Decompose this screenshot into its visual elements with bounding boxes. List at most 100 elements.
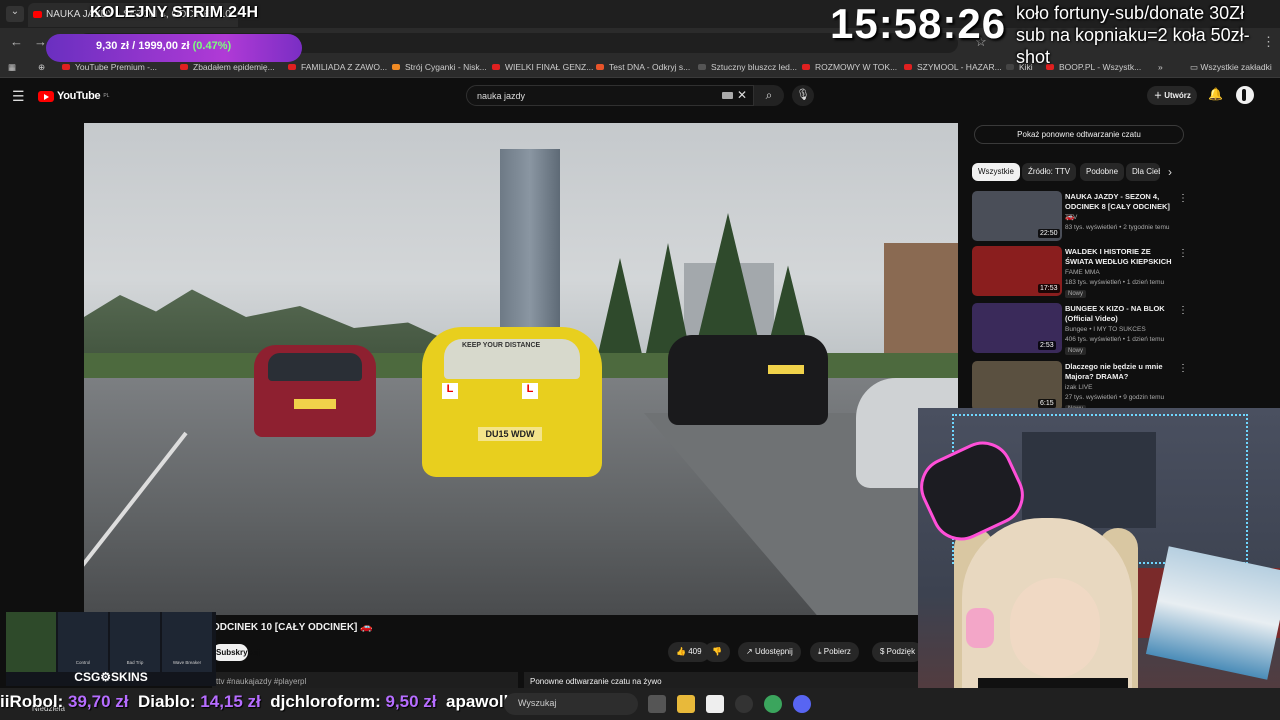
price-ticker-pill: 9,30 zł / 1999,00 zł (0.47%)	[46, 34, 302, 62]
video-frame-black-car	[668, 335, 828, 425]
tab-list-button[interactable]: ⌄	[6, 6, 24, 22]
chrome-icon[interactable]	[764, 695, 782, 713]
skin-slot: Bad Trip	[110, 612, 160, 672]
store-icon[interactable]	[706, 695, 724, 713]
recommendation-meta: 183 tys. wyświetleń • 1 dzień temu	[1065, 279, 1165, 286]
voice-search-button[interactable]: 🎙	[792, 85, 814, 106]
recommendation-meta: 406 tys. wyświetleń • 1 dzień temu	[1065, 336, 1165, 343]
search-button[interactable]: ⌕	[754, 85, 784, 106]
video-frame-red-car	[254, 345, 376, 437]
hamburger-menu-icon[interactable]: ☰	[12, 88, 25, 105]
webcam-wall-panel	[1022, 432, 1156, 528]
ticker-name: Diablo:	[137, 692, 196, 711]
more-options-icon[interactable]: ⋮	[1178, 305, 1188, 316]
recommendation-item[interactable]: 17:53 WALDEK I HISTORIE ZE ŚWIATA WEDŁUG …	[972, 246, 1188, 298]
stream-clock: 15:58:26	[830, 0, 1007, 47]
recommendation-meta: 27 tys. wyświetleń • 9 godzin temu	[1065, 394, 1165, 401]
ticker-amount: 39,70 zł	[68, 692, 129, 711]
new-badge: Nowy	[1065, 290, 1087, 298]
search-icon: ⌕	[765, 88, 773, 102]
recommendation-item[interactable]: 2:53 BUNGEE X KIZO - NA BLOK (Official Vi…	[972, 303, 1188, 355]
video-title: ODCINEK 10 [CAŁY ODCINEK] 🚗	[212, 622, 373, 633]
car-plate	[294, 399, 336, 409]
apps-grid-icon[interactable]: ▦	[8, 62, 16, 73]
subscribe-button[interactable]: Subskrybuj	[212, 644, 260, 661]
create-button[interactable]: ＋ Utwórz	[1147, 86, 1197, 105]
share-button[interactable]: ↗ Udostępnij	[738, 642, 801, 662]
skin-slot	[6, 612, 56, 672]
thanks-button[interactable]: $ Podzięk	[872, 642, 924, 662]
chip-for-you[interactable]: Dla Ciebie	[1126, 163, 1160, 181]
thumbs-up-icon: 👍	[676, 647, 689, 656]
new-badge: Nowy	[1065, 347, 1087, 355]
download-button[interactable]: ⤓ Pobierz	[810, 642, 859, 662]
car-plate	[768, 365, 804, 374]
video-duration: 22:50	[1038, 229, 1060, 238]
youtube-favicon-icon	[180, 64, 188, 70]
headphones-icon	[966, 608, 994, 648]
more-options-icon[interactable]: ⋮	[1178, 363, 1188, 374]
clear-search-icon[interactable]: ✕	[737, 88, 747, 102]
notifications-bell-icon[interactable]: 🔔	[1208, 87, 1223, 101]
discord-icon[interactable]	[793, 695, 811, 713]
chevron-right-icon[interactable]: ›	[1168, 165, 1172, 179]
bookmark-globe-icon[interactable]: ⊕	[38, 62, 45, 73]
more-options-icon[interactable]: ⋮	[1178, 193, 1188, 204]
chip-source-ttv[interactable]: Źródło: TTV	[1022, 163, 1077, 181]
kiki-favicon-icon	[1006, 64, 1014, 70]
bookmark-item[interactable]: SZYMOOL - HAZAR...	[904, 62, 1002, 72]
webcam-face	[1010, 578, 1100, 678]
recommendation-item[interactable]: 22:50 NAUKA JAZDY - SEZON 4, ODCINEK 8 [C…	[972, 191, 1188, 243]
search-input[interactable]: nauka jazdy	[466, 85, 754, 106]
recommendation-channel: izak LIVE	[1065, 384, 1093, 391]
recommendation-meta: 83 tys. wyświetleń • 2 tygodnie temu	[1065, 224, 1170, 231]
recommendation-channel: Bungee • I MY TO SUKCES	[1065, 326, 1146, 333]
car-window	[268, 353, 362, 381]
recommendation-item[interactable]: 6:15 Dlaczego nie będzie u mnie Majora? D…	[972, 361, 1188, 413]
search-input-value: nauka jazdy	[477, 91, 526, 101]
bookmark-item[interactable]: FAMILIADA Z ZAWO...	[288, 62, 387, 72]
task-view-icon[interactable]	[648, 695, 666, 713]
bookmark-item[interactable]: Test DNA - Odkryj s...	[596, 62, 690, 72]
youtube-favicon-icon	[62, 64, 70, 70]
chip-similar[interactable]: Podobne	[1080, 163, 1125, 181]
back-icon[interactable]: ←	[10, 34, 23, 49]
bookmark-item[interactable]: Strój Cyganki - Nisk...	[392, 62, 487, 72]
bookmark-item[interactable]: Zbadałem epidemię...	[180, 62, 275, 72]
shop-favicon-icon	[698, 64, 706, 70]
show-chat-replay-button[interactable]: Pokaż ponowne odtwarzanie czatu	[974, 125, 1184, 144]
csgo-skins-logo: CSG⚙SKINS	[74, 670, 148, 684]
youtube-favicon-icon	[904, 64, 912, 70]
youtube-favicon-icon	[492, 64, 500, 70]
file-explorer-icon[interactable]	[677, 695, 695, 713]
bookmark-item[interactable]: ROZMOWY W TOK...	[802, 62, 897, 72]
dislike-button[interactable]: 👎	[704, 642, 730, 662]
dna-favicon-icon	[596, 64, 604, 70]
video-player[interactable]: KEEP YOUR DISTANCE L L DU15 WDW	[84, 123, 958, 615]
car-plate: DU15 WDW	[478, 427, 542, 441]
more-options-icon[interactable]: ⋮	[1178, 248, 1188, 259]
video-frame-learner-car: KEEP YOUR DISTANCE L L DU15 WDW	[422, 327, 602, 477]
chip-all[interactable]: Wszystkie	[972, 163, 1020, 181]
ticker-name: djchloroform:	[270, 692, 381, 711]
ticker-amount: 14,15 zł	[200, 692, 261, 711]
keyboard-icon[interactable]	[722, 92, 733, 99]
bookmark-item[interactable]: WIELKI FINAŁ GENZ...	[492, 62, 593, 72]
thumbs-down-icon: 👎	[712, 647, 722, 656]
bookmark-item[interactable]: Sztuczny bluszcz led...	[698, 62, 797, 72]
video-frame-building	[884, 243, 958, 363]
bookmark-item[interactable]: YouTube Premium -...	[62, 62, 157, 72]
stream-title: KOLEJNY STRIM 24H	[90, 4, 259, 21]
youtube-favicon-icon	[33, 11, 42, 18]
donation-ticker: iiRobol: 39,70 zł Diablo: 14,15 zł djchl…	[0, 688, 540, 716]
recommendation-channel: FAME MMA	[1065, 269, 1100, 276]
ticker-amount: 9,50 zł	[385, 692, 437, 711]
user-avatar[interactable]	[1236, 86, 1254, 104]
l-plate: L	[442, 383, 458, 399]
skin-slot: Wave Breaker	[162, 612, 212, 672]
settings-icon[interactable]	[735, 695, 753, 713]
video-duration: 2:53	[1038, 341, 1056, 350]
video-duration: 17:53	[1038, 284, 1060, 293]
youtube-logo[interactable]: YouTube PL	[38, 89, 109, 103]
taskbar-search[interactable]: Wyszukaj	[504, 693, 638, 715]
